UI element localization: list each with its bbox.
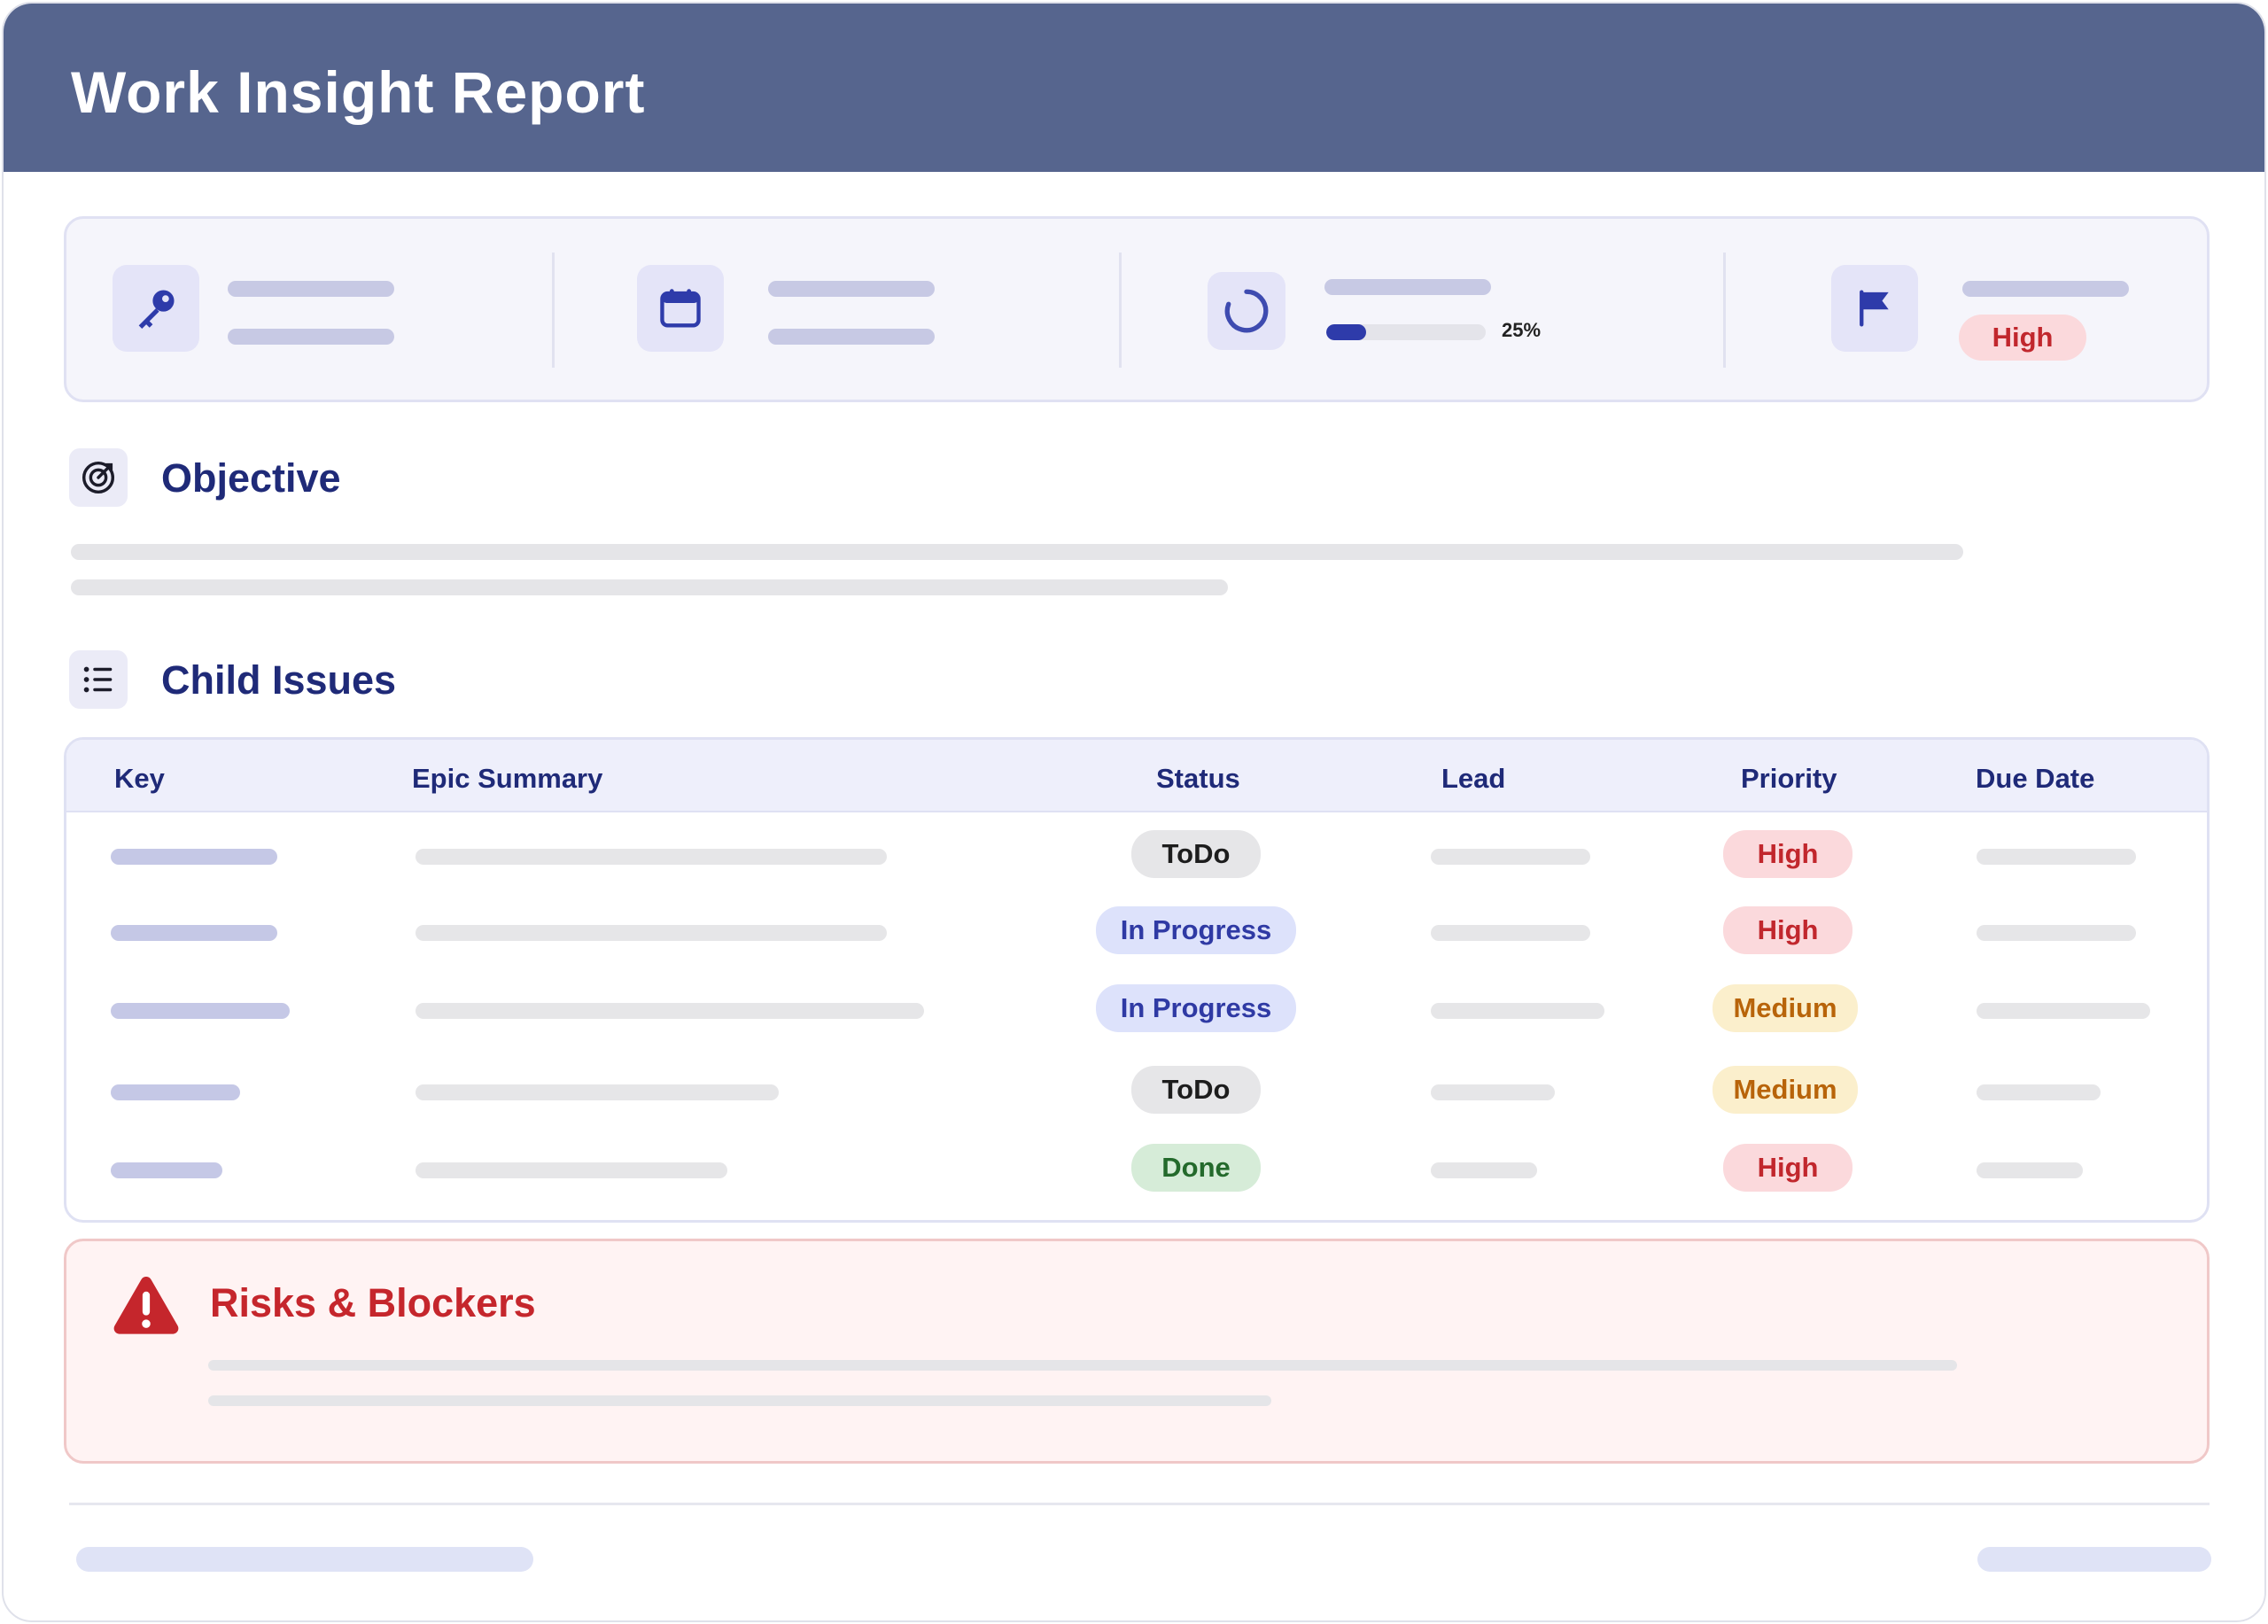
summary-cell — [416, 925, 887, 941]
table-row[interactable]: In Progress Medium — [66, 970, 2207, 1046]
divider — [1119, 253, 1122, 368]
status-badge: In Progress — [1096, 906, 1296, 954]
key-cell[interactable] — [111, 925, 277, 941]
placeholder-line — [1324, 279, 1491, 295]
report-card: Work Insight Report 25% High Objective C… — [2, 2, 2266, 1622]
column-header-due-date[interactable]: Due Date — [1976, 763, 2094, 795]
calendar-icon — [637, 265, 724, 352]
flag-icon — [1831, 265, 1918, 352]
objective-text-line — [71, 544, 1963, 560]
table-row[interactable]: Done High — [66, 1130, 2207, 1206]
column-header-lead[interactable]: Lead — [1441, 763, 1505, 795]
status-badge: In Progress — [1096, 984, 1296, 1032]
priority-badge: High — [1959, 315, 2086, 361]
lead-cell — [1431, 925, 1590, 941]
child-issues-title: Child Issues — [161, 657, 397, 703]
progress-fill — [1326, 324, 1366, 340]
lead-cell — [1431, 849, 1590, 865]
progress-spinner-icon — [1208, 272, 1285, 350]
footer-left-placeholder — [76, 1547, 533, 1572]
risks-text-line — [208, 1395, 1271, 1406]
key-cell[interactable] — [111, 849, 277, 865]
status-badge: ToDo — [1131, 830, 1261, 878]
placeholder-line — [1962, 281, 2129, 297]
key-cell[interactable] — [111, 1084, 240, 1100]
status-badge: ToDo — [1131, 1066, 1261, 1114]
due-date-cell — [1977, 925, 2136, 941]
due-date-cell — [1977, 849, 2136, 865]
priority-badge: Medium — [1713, 1066, 1858, 1114]
table-header: Key Epic Summary Status Lead Priority Du… — [66, 740, 2207, 812]
priority-badge: Medium — [1713, 984, 1858, 1032]
summary-cell — [416, 1162, 727, 1178]
warning-icon — [113, 1276, 179, 1334]
objective-text-line — [71, 579, 1228, 595]
objective-title: Objective — [161, 455, 341, 501]
lead-cell — [1431, 1003, 1604, 1019]
table-row[interactable]: ToDo High — [66, 816, 2207, 892]
list-icon — [69, 650, 128, 709]
divider — [552, 253, 555, 368]
placeholder-line — [768, 281, 935, 297]
placeholder-line — [228, 329, 394, 345]
summary-cell — [416, 1084, 779, 1100]
report-title: Work Insight Report — [71, 59, 646, 125]
column-header-status[interactable]: Status — [1156, 763, 1240, 795]
placeholder-line — [768, 329, 935, 345]
due-date-cell — [1977, 1084, 2101, 1100]
status-badge: Done — [1131, 1144, 1261, 1192]
key-cell[interactable] — [111, 1003, 290, 1019]
placeholder-line — [228, 281, 394, 297]
summary-cell — [416, 1003, 924, 1019]
risks-text-line — [208, 1360, 1957, 1371]
target-icon — [69, 448, 128, 507]
divider — [1723, 253, 1726, 368]
column-header-priority[interactable]: Priority — [1741, 763, 1837, 795]
priority-badge: High — [1723, 1144, 1852, 1192]
table-row[interactable]: In Progress High — [66, 892, 2207, 968]
priority-badge: High — [1723, 906, 1852, 954]
progress-label: 25% — [1502, 319, 1542, 341]
due-date-cell — [1977, 1162, 2083, 1178]
footer-right-placeholder — [1977, 1547, 2211, 1572]
footer-divider — [69, 1503, 2210, 1505]
column-header-epic-summary[interactable]: Epic Summary — [412, 763, 602, 795]
summary-panel: 25% High — [64, 216, 2210, 402]
table-row[interactable]: ToDo Medium — [66, 1052, 2207, 1128]
progress-bar — [1326, 324, 1486, 340]
priority-badge: High — [1723, 830, 1852, 878]
summary-cell — [416, 849, 887, 865]
key-cell[interactable] — [111, 1162, 222, 1178]
due-date-cell — [1977, 1003, 2150, 1019]
risks-title: Risks & Blockers — [210, 1280, 536, 1325]
child-issues-table: Key Epic Summary Status Lead Priority Du… — [64, 737, 2210, 1223]
report-header: Work Insight Report — [4, 4, 2264, 172]
lead-cell — [1431, 1084, 1555, 1100]
column-header-key[interactable]: Key — [114, 763, 165, 795]
risks-panel: Risks & Blockers — [64, 1239, 2210, 1464]
lead-cell — [1431, 1162, 1537, 1178]
key-icon — [113, 265, 199, 352]
